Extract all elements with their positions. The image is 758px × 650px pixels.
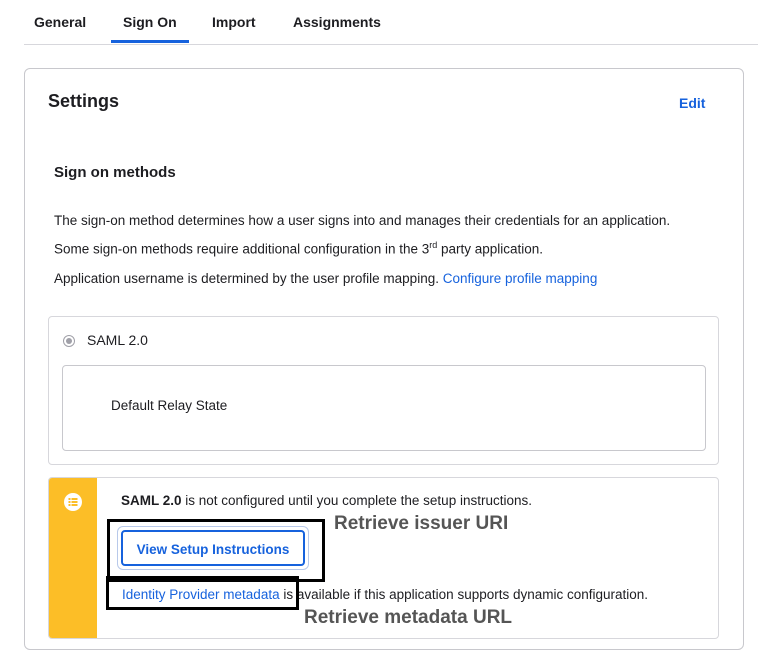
annotation-retrieve-metadata: Retrieve metadata URL: [302, 607, 515, 629]
tab-import[interactable]: Import: [212, 14, 256, 30]
list-icon: [64, 493, 82, 511]
configure-profile-mapping-link[interactable]: Configure profile mapping: [443, 271, 598, 286]
annotation-box-idp-link: [106, 576, 299, 610]
settings-title: Settings: [48, 91, 120, 111]
description-line-2: Some sign-on methods require additional …: [54, 233, 734, 262]
callout-message: SAML 2.0 is not configured until you com…: [121, 493, 532, 508]
active-tab-indicator: [111, 40, 189, 43]
relay-state-box: Default Relay State: [62, 365, 706, 451]
idp-metadata-text: is available if this application support…: [279, 587, 649, 602]
relay-state-label: Default Relay State: [111, 398, 228, 413]
callout-bold-saml: SAML 2.0: [121, 493, 182, 508]
tab-general[interactable]: General: [34, 14, 86, 30]
saml-option-label: SAML 2.0: [87, 332, 148, 348]
tab-sign-on[interactable]: Sign On: [123, 14, 177, 30]
callout-accent-bar: [49, 478, 97, 638]
description-line-2-text: Some sign-on methods require additional …: [54, 241, 430, 257]
tab-bar: General Sign On Import Assignments: [24, 0, 758, 45]
username-mapping-text: Application username is determined by th…: [54, 271, 439, 286]
saml-option-box: SAML 2.0 Default Relay State: [48, 316, 719, 465]
edit-button[interactable]: Edit: [679, 95, 705, 111]
sign-on-description: The sign-on method determines how a user…: [54, 209, 734, 262]
tab-assignments[interactable]: Assignments: [293, 14, 381, 30]
description-line-1: The sign-on method determines how a user…: [54, 213, 671, 228]
description-line-2-end: party application.: [437, 241, 544, 257]
sign-on-methods-title: Sign on methods: [54, 164, 176, 181]
username-mapping-line: Application username is determined by th…: [54, 269, 597, 289]
callout-message-text: is not configured until you complete the…: [181, 493, 532, 508]
annotation-box-setup-button: [107, 519, 325, 582]
saml-radio-button[interactable]: [63, 335, 75, 347]
annotation-retrieve-issuer: Retrieve issuer URI: [334, 513, 509, 534]
